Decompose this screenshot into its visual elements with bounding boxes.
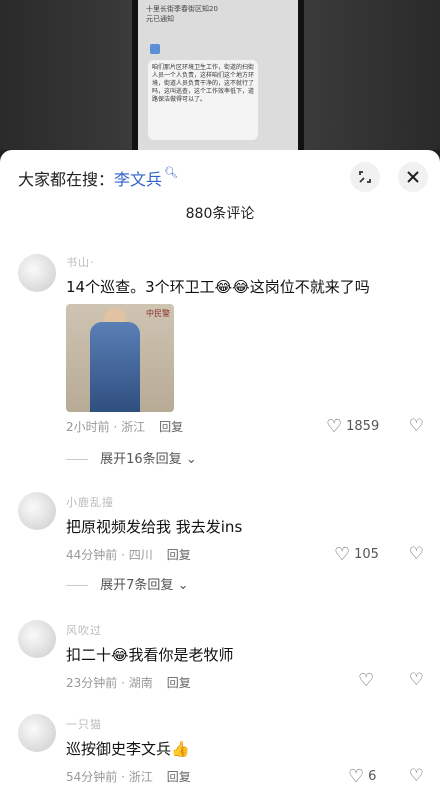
comment-count: 880条评论 (185, 206, 255, 222)
heart-icon: ♡ (326, 416, 343, 437)
search-prefix: 大家都在搜： (18, 170, 115, 189)
dislike-icon[interactable]: ♡ (409, 544, 424, 564)
comment-username[interactable]: 小鹿乱撞 (66, 494, 114, 510)
video-chat-avatar (150, 44, 160, 54)
chevron-down-icon: ⌄ (177, 578, 189, 593)
comment-meta: 44分钟前 · 四川 回复 (66, 548, 191, 562)
comment-text: 14个巡查。3个环卫工😂😂这岗位不就来了吗 (66, 278, 370, 296)
reply-button[interactable]: 回复 (167, 770, 191, 784)
avatar[interactable] (18, 714, 56, 752)
reply-button[interactable]: 回复 (159, 420, 183, 434)
video-caption-line: 元已通知 (146, 15, 174, 23)
like-button[interactable]: ♡ 105 (334, 544, 379, 565)
heart-icon: ♡ (348, 766, 365, 787)
comment-meta: 2小时前 · 浙江 回复 (66, 420, 184, 434)
reply-button[interactable]: 回复 (167, 676, 191, 690)
heart-icon: ♡ (334, 544, 351, 565)
heart-icon: ♡ (358, 670, 375, 691)
like-button[interactable]: ♡ 1859 (326, 416, 379, 437)
like-button[interactable]: ♡ (358, 670, 378, 691)
video-chat-bubble: 咱们那片区环境卫生工作，街道的扫街人员一个人负责，这样咱们这个地方环境，街道人员… (148, 60, 258, 140)
video-caption-line: 十里长街季春街区知20 (146, 5, 218, 13)
avatar[interactable] (18, 254, 56, 292)
search-keyword-link[interactable]: 李文兵 (114, 170, 162, 189)
video-phone-screenshot: 十里长街季春街区知20 元已通知 咱们那片区环境卫生工作，街道的扫街人员一个人负… (132, 0, 304, 150)
search-suggestion[interactable]: 大家都在搜：李文兵 🔍︎ (18, 166, 178, 190)
dislike-icon[interactable]: ♡ (409, 766, 424, 786)
photo-sign-text: 中民警 (146, 309, 170, 318)
comment-meta: 23分钟前 · 湖南 回复 (66, 676, 191, 690)
comment-username[interactable]: 一只猫 (66, 716, 102, 732)
comment-text: 把原视频发给我 我去发ins (66, 518, 243, 536)
comment-username[interactable]: 风吹过 (66, 622, 102, 638)
collapse-icon[interactable] (350, 162, 380, 192)
avatar[interactable] (18, 620, 56, 658)
thumbs-up-emoji-icon: 👍 (171, 740, 190, 758)
comment-panel: 大家都在搜：李文兵 🔍︎ 880条评论 书山· 14个巡查。3个环卫工😂😂这岗位不… (0, 150, 440, 800)
like-button[interactable]: ♡ 6 (348, 766, 376, 787)
search-icon: 🔍︎ (164, 166, 178, 179)
avatar[interactable] (18, 492, 56, 530)
like-count: 105 (354, 547, 379, 562)
laugh-cry-emoji-icon: 😂 (214, 278, 233, 296)
laugh-cry-emoji-icon: 😂 (232, 278, 250, 296)
video-background[interactable]: 十里长街季春街区知20 元已通知 咱们那片区环境卫生工作，街道的扫街人员一个人负… (0, 0, 440, 150)
close-icon[interactable] (398, 162, 428, 192)
laugh-cry-emoji-icon: 😂 (111, 646, 129, 664)
like-count: 1859 (346, 419, 380, 434)
comment-meta: 54分钟前 · 浙江 回复 (66, 770, 191, 784)
dislike-icon[interactable]: ♡ (409, 416, 424, 436)
comment-image[interactable]: 中民警 (66, 304, 174, 412)
reply-button[interactable]: 回复 (167, 548, 191, 562)
comment-username[interactable]: 书山· (66, 254, 95, 270)
expand-replies-button[interactable]: 展开16条回复 ⌄ (66, 448, 197, 467)
like-count: 6 (368, 769, 377, 784)
expand-replies-button[interactable]: 展开7条回复 ⌄ (66, 574, 188, 593)
comment-text: 扣二十😂我看你是老牧师 (66, 646, 234, 664)
chevron-down-icon: ⌄ (185, 452, 197, 467)
dislike-icon[interactable]: ♡ (409, 670, 424, 690)
comment-text: 巡按御史李文兵👍 (66, 740, 190, 758)
